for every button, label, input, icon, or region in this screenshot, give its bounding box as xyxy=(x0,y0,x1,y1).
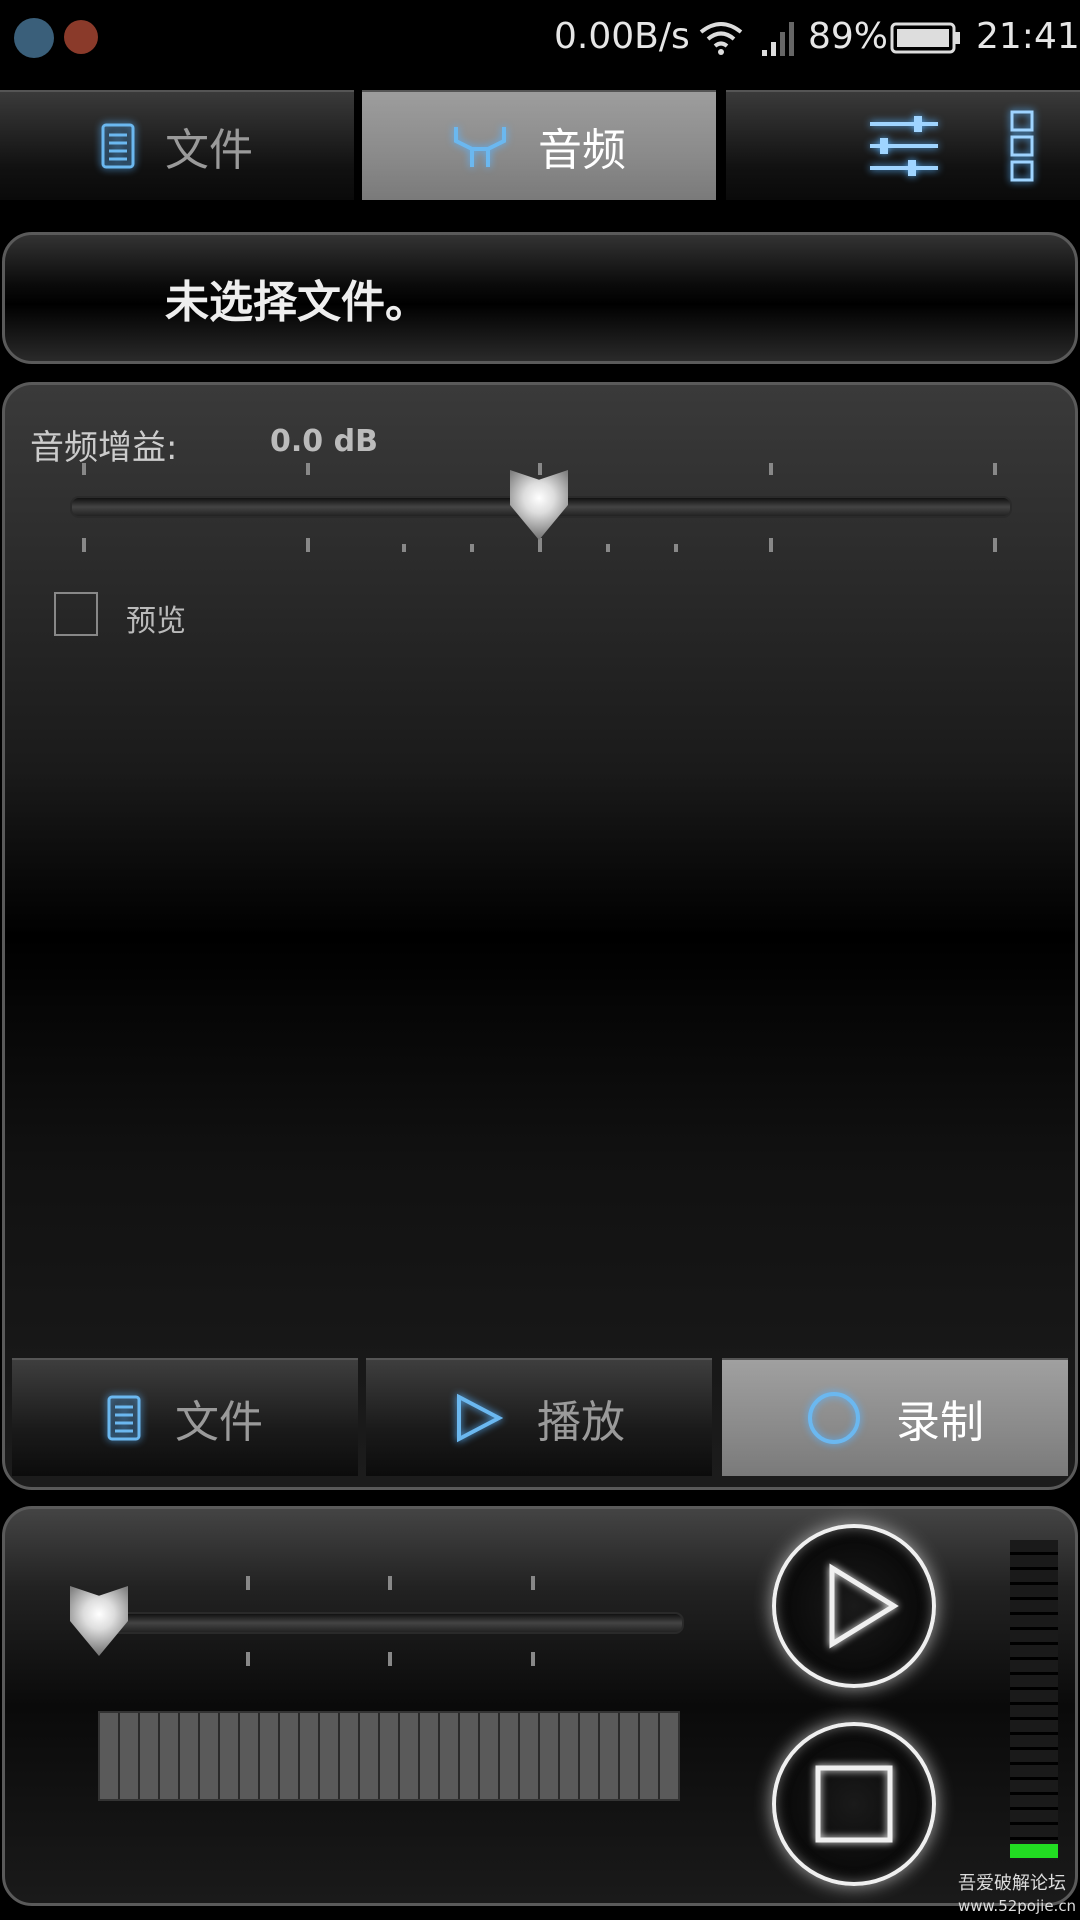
seek-tick xyxy=(531,1576,535,1590)
grid-menu-icon[interactable] xyxy=(1010,110,1034,182)
gain-tick xyxy=(674,544,678,552)
gain-tick xyxy=(82,538,86,552)
tuning-fork-icon xyxy=(454,127,506,167)
gain-tick xyxy=(769,463,773,475)
waveform-display xyxy=(98,1711,680,1801)
toolbar xyxy=(726,90,1080,202)
preview-label: 预览 xyxy=(126,604,186,639)
file-status-bar xyxy=(2,232,1078,364)
gain-tick xyxy=(538,538,542,552)
vu-meter-level xyxy=(1010,1844,1058,1858)
gain-tick xyxy=(993,538,997,552)
tab-file-label: 文件 xyxy=(165,125,253,176)
watermark-line2: www.52pojie.cn xyxy=(958,1897,1077,1915)
tab-audio[interactable]: 音频 xyxy=(362,90,716,202)
file-status-text: 未选择文件。 xyxy=(165,277,429,328)
play-icon xyxy=(457,1393,503,1443)
tab-play-label: 播放 xyxy=(537,1397,625,1448)
gain-tick xyxy=(306,538,310,552)
watermark-line1: 吾爱破解论坛 xyxy=(958,1873,1066,1894)
play-icon xyxy=(829,1563,899,1649)
app-icon xyxy=(64,20,98,54)
document-icon xyxy=(107,1395,141,1441)
seek-slider-track[interactable] xyxy=(96,1612,684,1634)
watermark: 吾爱破解论坛 www.52pojie.cn xyxy=(958,1873,1076,1917)
tab-record-label: 录制 xyxy=(896,1397,984,1448)
signal-icon xyxy=(762,22,794,56)
tab-audio-label: 音频 xyxy=(538,125,626,176)
seek-tick xyxy=(388,1652,392,1666)
play-button[interactable] xyxy=(772,1524,936,1688)
stop-button[interactable] xyxy=(772,1722,936,1886)
gain-tick xyxy=(470,544,474,552)
vu-meter xyxy=(1010,1540,1058,1860)
gain-tick xyxy=(306,463,310,475)
document-icon xyxy=(101,123,135,169)
record-icon xyxy=(808,1392,860,1444)
battery-percent: 89% xyxy=(808,16,889,57)
clock: 21:41 xyxy=(976,16,1080,57)
tab-file-bottom-label: 文件 xyxy=(175,1397,263,1448)
gain-label: 音频增益: xyxy=(30,428,178,468)
battery-icon xyxy=(890,22,960,54)
gain-tick xyxy=(606,544,610,552)
seek-tick xyxy=(246,1652,250,1666)
tab-play[interactable]: 播放 xyxy=(366,1358,712,1476)
seek-tick xyxy=(246,1576,250,1590)
wifi-icon xyxy=(699,22,743,55)
gain-tick xyxy=(538,463,542,475)
preview-checkbox[interactable] xyxy=(54,592,98,636)
gain-value: 0.0 dB xyxy=(270,424,378,459)
gain-tick xyxy=(402,544,406,552)
tab-record[interactable]: 录制 xyxy=(722,1358,1068,1476)
screenshot-icon xyxy=(14,18,54,58)
seek-tick xyxy=(388,1576,392,1590)
stop-icon xyxy=(815,1765,893,1843)
seek-tick xyxy=(531,1652,535,1666)
tab-file-bottom[interactable]: 文件 xyxy=(12,1358,358,1476)
tab-file[interactable]: 文件 xyxy=(0,90,354,202)
gain-tick xyxy=(82,463,86,475)
gain-tick xyxy=(769,538,773,552)
gain-tick xyxy=(993,463,997,475)
equalizer-icon[interactable] xyxy=(868,114,940,178)
net-speed: 0.00B/s xyxy=(554,16,690,57)
